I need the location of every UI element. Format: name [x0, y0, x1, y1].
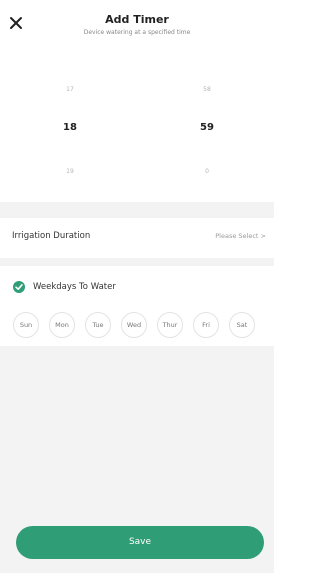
weekday-selector: Sun Mon Tue Wed Thur Fri Sat [13, 312, 265, 338]
minute-wheel[interactable]: 58 59 0 [177, 44, 237, 202]
day-mon[interactable]: Mon [49, 312, 75, 338]
page-title: Add Timer [105, 13, 169, 26]
irrigation-duration-row[interactable]: Irrigation Duration Please Select > [0, 218, 274, 258]
check-circle-icon[interactable] [12, 280, 26, 294]
hour-option[interactable]: 19 [40, 168, 100, 175]
day-sat[interactable]: Sat [229, 312, 255, 338]
hour-wheel[interactable]: 17 18 19 [40, 44, 100, 202]
header: Add Timer Device watering at a specified… [0, 0, 274, 44]
minute-option[interactable]: 0 [177, 168, 237, 175]
time-picker[interactable]: 17 18 19 58 59 0 [0, 44, 274, 202]
section-divider [0, 258, 274, 266]
minute-option[interactable]: 58 [177, 86, 237, 93]
save-button[interactable]: Save [16, 526, 264, 559]
weekdays-label: Weekdays To Water [33, 282, 116, 292]
irrigation-duration-label: Irrigation Duration [12, 231, 91, 241]
section-divider [0, 202, 274, 218]
minute-selected[interactable]: 59 [177, 122, 237, 133]
irrigation-duration-select[interactable]: Please Select > [215, 232, 266, 240]
day-sun[interactable]: Sun [13, 312, 39, 338]
hour-selected[interactable]: 18 [40, 122, 100, 133]
day-wed[interactable]: Wed [121, 312, 147, 338]
day-tue[interactable]: Tue [85, 312, 111, 338]
weekdays-section: Weekdays To Water Sun Mon Tue Wed Thur F… [0, 266, 274, 346]
page-subtitle: Device watering at a specified time [83, 29, 191, 36]
day-fri[interactable]: Fri [193, 312, 219, 338]
add-timer-screen: Add Timer Device watering at a specified… [0, 0, 274, 573]
day-thur[interactable]: Thur [157, 312, 183, 338]
hour-option[interactable]: 17 [40, 86, 100, 93]
